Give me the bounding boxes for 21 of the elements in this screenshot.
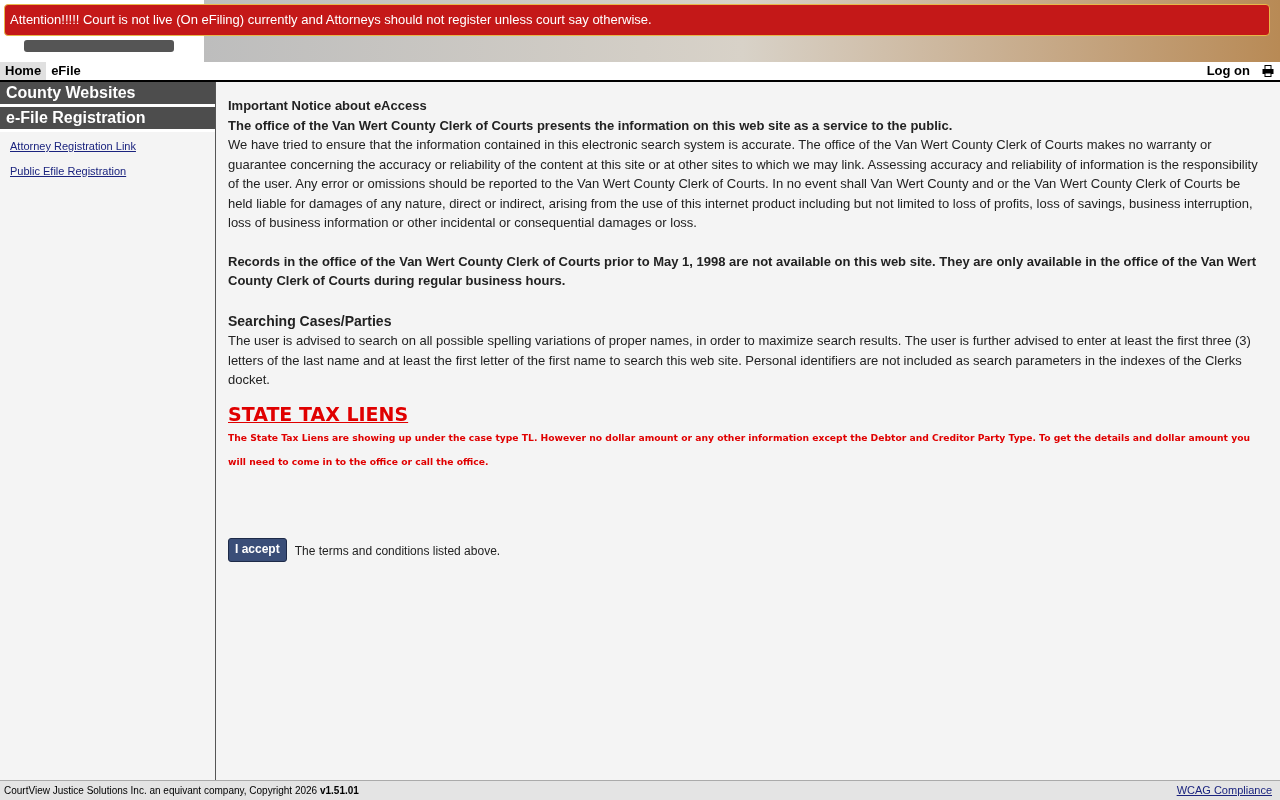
search-title: Searching Cases/Parties <box>228 311 393 331</box>
search-paragraph: The user is advised to search on all possible spelling variations of proper names, in order to maximize search results. The user is further advised to enter at least the first three (3) letters of the last name and at least the first letter of the first name to search this web site. Personal identifiers are not included as search parameters in the indexes of the Clerks docket. <box>228 332 1252 389</box>
nav-tab[interactable]: eFile <box>46 62 86 80</box>
accept-text: The terms and conditions listed above. <box>294 542 501 560</box>
print-icon[interactable] <box>1262 65 1274 77</box>
sidebar-link[interactable]: Public Efile Registration <box>10 162 127 179</box>
copyright-text: CourtView Justice Solutions Inc. an equivant company, Copyright 2026 v1.51.01 <box>4 784 359 798</box>
notice-title: Important Notice about eAccess <box>228 97 428 115</box>
sidebar-heading: County Websites <box>0 82 215 107</box>
notice-paragraph: We have tried to ensure that the information contained in this electronic search system is accurate. The office of the Van Wert County Clerk of Courts makes no warranty or guarantee concerning the accuracy or reliability of the content at this site or at other sites to which we may link. Assessing accuracy and reliability of information is the responsibility of the user. Any error or omissions should be reported to the Van Wert County Clerk of Courts. In no event shall Van Wert County and or the Van Wert County Clerk of Courts be held liable for damages of any nature, direct or indirect, arising from the use of this internet product including but not limited to loss of profits, loss of savings, business interruption, loss of business information or other incidental or consequential damages or loss. <box>228 136 1259 232</box>
tax-liens-paragraph: The State Tax Liens are showing up under the case type TL. However no dollar amount or any other information except the Debtor and Creditor Party Type. To get the details and dollar amount you will need to come in to the office or call the office. <box>228 430 1252 469</box>
alert-banner: Attention!!!!! Court is not live (On eFiling) currently and Attorneys should not register unless court say otherwise. <box>4 4 1270 36</box>
sidebar-heading: e-File Registration <box>0 107 215 132</box>
log-on-link[interactable]: Log on <box>1206 61 1250 81</box>
records-paragraph: Records in the office of the Van Wert County Clerk of Courts prior to May 1, 1998 are not available on this web site. They are only available in the office of the Van Wert County Clerk of Courts during regular business hours. <box>228 252 1258 290</box>
tax-liens-title: STATE TAX LIENS <box>228 401 410 426</box>
wcag-link[interactable]: WCAG Compliance <box>1176 782 1272 799</box>
notice-lead: The office of the Van Wert County Clerk of Courts presents the information on this web site as a service to the public. <box>228 116 954 135</box>
accept-button[interactable]: I accept <box>228 537 287 562</box>
sidebar-link[interactable]: Attorney Registration Link <box>10 138 136 155</box>
nav-tab[interactable]: Home <box>0 62 47 80</box>
